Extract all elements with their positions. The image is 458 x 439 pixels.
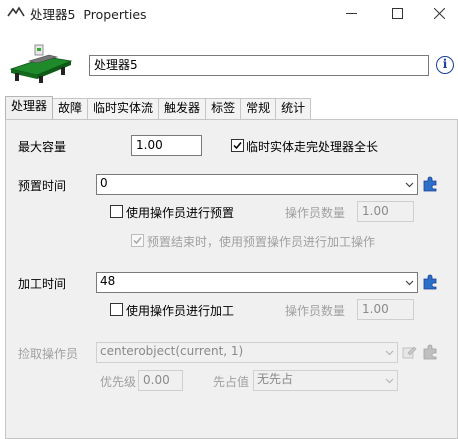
minimize-button[interactable] bbox=[332, 0, 370, 26]
title-bar: 处理器5 Properties bbox=[0, 0, 458, 26]
preempt-value: 无先占 bbox=[257, 372, 294, 386]
info-icon[interactable]: i bbox=[436, 56, 454, 74]
use-operator-process-checkbox[interactable] bbox=[110, 303, 123, 316]
setup-time-value: 0 bbox=[100, 176, 108, 190]
tab-processor[interactable]: 处理器 bbox=[5, 96, 54, 119]
tab-breakdowns[interactable]: 故障 bbox=[52, 98, 89, 119]
tab-statistics[interactable]: 统计 bbox=[275, 98, 312, 119]
chevron-down-icon bbox=[385, 378, 394, 384]
object-name-input[interactable]: 处理器5 bbox=[89, 55, 429, 76]
puzzle-icon[interactable] bbox=[422, 274, 438, 290]
use-operator-setup-checkbox[interactable] bbox=[110, 205, 123, 218]
preempt-combo[interactable]: 无先占 bbox=[253, 370, 398, 391]
priority-input[interactable]: 0.00 bbox=[138, 370, 183, 391]
process-time-label: 加工时间 bbox=[18, 277, 67, 291]
flow-full-length-checkbox[interactable] bbox=[231, 139, 244, 152]
tab-bar: 处理器 故障 临时实体流 触发器 标签 常规 统计 bbox=[5, 96, 312, 119]
setup-time-label: 预置时间 bbox=[18, 179, 67, 193]
tab-triggers[interactable]: 触发器 bbox=[158, 98, 207, 119]
process-operator-count-label: 操作员数量 bbox=[285, 304, 346, 318]
process-time-combo[interactable]: 48 bbox=[96, 272, 418, 293]
tab-flow[interactable]: 临时实体流 bbox=[87, 98, 160, 119]
template-edit-icon[interactable] bbox=[401, 344, 417, 360]
puzzle-icon[interactable] bbox=[422, 344, 438, 360]
pick-operator-value: centerobject(current, 1) bbox=[100, 344, 244, 358]
app-logo-icon bbox=[7, 6, 25, 17]
setup-end-label: 预置结束时，使用预置操作员进行加工操作 bbox=[147, 235, 376, 249]
use-operator-setup-label: 使用操作员进行预置 bbox=[126, 206, 235, 220]
preempt-label: 先占值 bbox=[213, 375, 250, 389]
close-button[interactable] bbox=[420, 0, 458, 26]
maximize-icon bbox=[391, 7, 403, 19]
check-icon bbox=[233, 142, 242, 150]
chevron-down-icon bbox=[405, 280, 414, 286]
pick-operator-combo[interactable]: centerobject(current, 1) bbox=[96, 342, 398, 363]
close-icon bbox=[433, 7, 445, 19]
setup-time-combo[interactable]: 0 bbox=[96, 174, 418, 195]
pick-operator-label: 捡取操作员 bbox=[18, 347, 79, 361]
max-content-input[interactable]: 1.00 bbox=[131, 135, 202, 156]
use-operator-process-label: 使用操作员进行加工 bbox=[126, 304, 235, 318]
max-content-label: 最大容量 bbox=[18, 140, 67, 154]
process-time-value: 48 bbox=[100, 274, 116, 288]
conveyor-processor-icon bbox=[9, 44, 73, 83]
setup-end-checkbox[interactable] bbox=[131, 234, 144, 247]
check-icon bbox=[133, 237, 142, 245]
chevron-down-icon bbox=[405, 182, 414, 188]
minimize-icon bbox=[345, 12, 357, 14]
tab-labels[interactable]: 标签 bbox=[205, 98, 242, 119]
maximize-button[interactable] bbox=[378, 0, 416, 26]
flow-full-length-label: 临时实体走完处理器全长 bbox=[246, 140, 379, 154]
priority-label: 优先级 bbox=[100, 375, 137, 389]
setup-operator-count-input[interactable]: 1.00 bbox=[357, 201, 414, 222]
tab-general[interactable]: 常规 bbox=[240, 98, 277, 119]
chevron-down-icon bbox=[385, 350, 394, 356]
process-operator-count-input[interactable]: 1.00 bbox=[357, 299, 414, 320]
window-title: 处理器5 Properties bbox=[30, 7, 147, 22]
puzzle-icon[interactable] bbox=[422, 176, 438, 192]
setup-operator-count-label: 操作员数量 bbox=[285, 206, 346, 220]
